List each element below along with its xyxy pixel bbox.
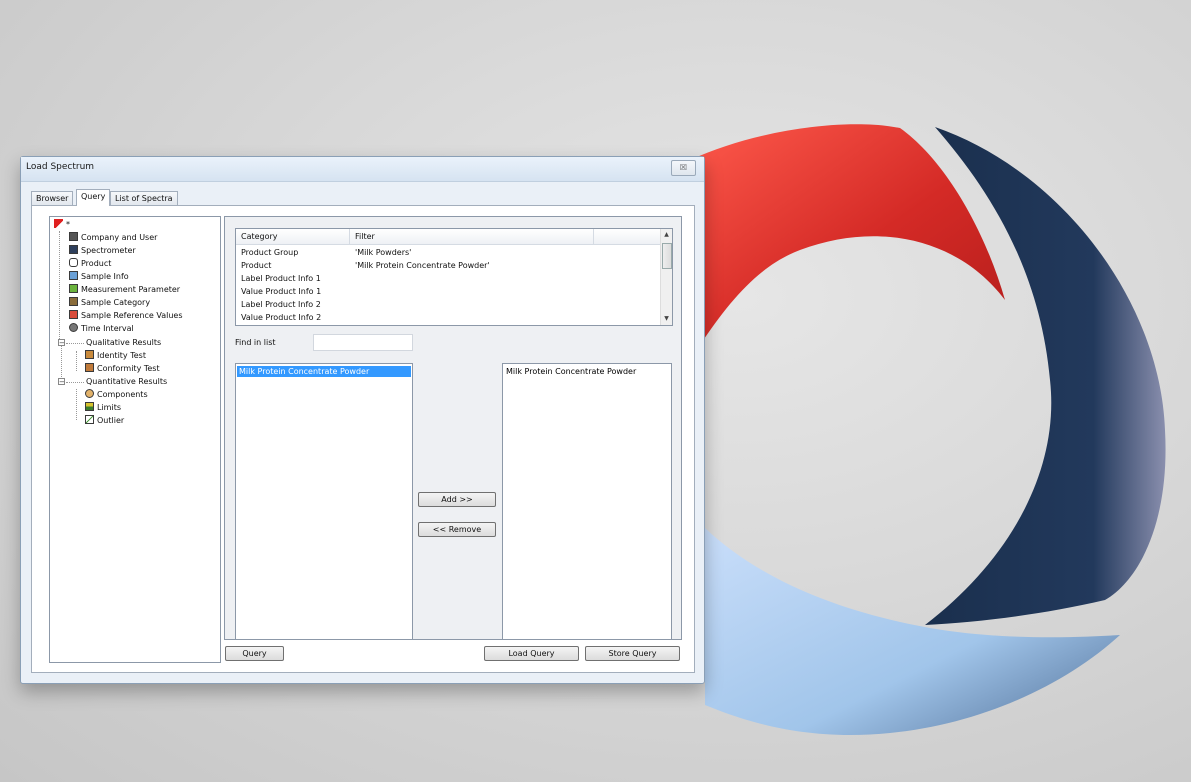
tree-item-label: Spectrometer xyxy=(81,246,136,255)
query-tab-panel: * Company and User Spectrometer Product … xyxy=(31,205,695,673)
collapse-qualitative[interactable]: − xyxy=(58,339,65,347)
window-title: Load Spectrum xyxy=(26,162,95,172)
tree-item-label: Components xyxy=(97,390,148,399)
query-button[interactable]: Query xyxy=(225,646,284,661)
table-cell-category: Label Product Info 1 xyxy=(241,274,321,283)
company-icon xyxy=(69,232,78,241)
limits-icon xyxy=(85,402,94,411)
identity-icon xyxy=(85,350,94,359)
spectrometer-icon xyxy=(69,245,78,254)
table-cell-category: Label Product Info 2 xyxy=(241,300,321,309)
components-icon xyxy=(85,389,94,398)
table-cell-filter: 'Milk Protein Concentrate Powder' xyxy=(355,261,490,270)
tree-root-label: * xyxy=(66,220,70,229)
measurement-icon xyxy=(69,284,78,293)
tree-root[interactable]: * xyxy=(54,219,70,231)
tree-item-label: Quantitative Results xyxy=(86,377,168,386)
tree-item-label: Sample Category xyxy=(81,298,151,307)
clock-icon xyxy=(69,323,78,332)
tree-item-label: Sample Reference Values xyxy=(81,311,183,320)
scroll-thumb[interactable] xyxy=(662,243,672,269)
tree-item-conformity-test[interactable]: Conformity Test xyxy=(85,363,160,375)
available-items-list[interactable]: Milk Protein Concentrate Powder xyxy=(235,363,413,640)
tree-item-label: Limits xyxy=(97,403,121,412)
tree-item-label: Conformity Test xyxy=(97,364,160,373)
tree-item-label: Identity Test xyxy=(97,351,146,360)
tree-item-company-and-user[interactable]: Company and User xyxy=(69,232,157,244)
tree-item-qualitative-results[interactable]: Qualitative Results xyxy=(86,337,161,349)
tree-item-components[interactable]: Components xyxy=(85,389,148,401)
remove-button[interactable]: << Remove xyxy=(418,522,496,537)
red-flag-icon xyxy=(54,219,63,228)
tree-item-measurement-parameter[interactable]: Measurement Parameter xyxy=(69,284,180,296)
tab-query[interactable]: Query xyxy=(76,189,111,206)
tree-item-limits[interactable]: Limits xyxy=(85,402,121,414)
table-cell-category: Product xyxy=(241,261,272,270)
load-spectrum-dialog: Load Spectrum ☒ Browser Query List of Sp… xyxy=(20,156,705,684)
table-cell-category: Value Product Info 2 xyxy=(241,313,322,322)
tree-item-quantitative-results[interactable]: Quantitative Results xyxy=(86,376,167,388)
outlier-icon xyxy=(85,415,94,424)
category-icon xyxy=(69,297,78,306)
scroll-up-arrow-icon[interactable]: ▲ xyxy=(661,229,672,240)
column-header-empty xyxy=(594,229,662,245)
tree-item-label: Measurement Parameter xyxy=(81,285,181,294)
store-query-button[interactable]: Store Query xyxy=(585,646,680,661)
tree-item-identity-test[interactable]: Identity Test xyxy=(85,350,146,362)
tree-item-label: Company and User xyxy=(81,233,158,242)
logo-red-arc xyxy=(690,124,1005,346)
filter-table[interactable]: Category Filter Product Group 'Milk Powd… xyxy=(235,228,673,326)
selected-items-list[interactable]: Milk Protein Concentrate Powder xyxy=(502,363,672,640)
table-cell-category: Product Group xyxy=(241,248,299,257)
tree-item-label: Time Interval xyxy=(81,324,134,333)
tree-item-label: Sample Info xyxy=(81,272,129,281)
collapse-quantitative[interactable]: − xyxy=(58,378,65,386)
column-header-category[interactable]: Category xyxy=(236,229,350,245)
table-cell-filter: 'Milk Powders' xyxy=(355,248,412,257)
find-in-list-label: Find in list xyxy=(235,338,276,347)
tree-item-label: Product xyxy=(81,259,112,268)
query-tree: * Company and User Spectrometer Product … xyxy=(49,216,221,663)
load-query-button[interactable]: Load Query xyxy=(484,646,579,661)
tree-item-product[interactable]: Product xyxy=(69,258,111,270)
find-in-list-input[interactable] xyxy=(313,334,413,351)
tree-item-sample-info[interactable]: Sample Info xyxy=(69,271,129,283)
conformity-icon xyxy=(85,363,94,372)
table-cell-category: Value Product Info 1 xyxy=(241,287,322,296)
add-button[interactable]: Add >> xyxy=(418,492,496,507)
filter-table-scrollbar[interactable]: ▲ ▼ xyxy=(660,229,672,325)
column-header-filter[interactable]: Filter xyxy=(350,229,594,245)
tree-item-outlier[interactable]: Outlier xyxy=(85,415,124,427)
scroll-down-arrow-icon[interactable]: ▼ xyxy=(661,313,672,324)
tree-item-sample-category[interactable]: Sample Category xyxy=(69,297,150,309)
product-icon xyxy=(69,258,78,267)
sample-info-icon xyxy=(69,271,78,280)
reference-values-icon xyxy=(69,310,78,319)
tree-item-spectrometer[interactable]: Spectrometer xyxy=(69,245,136,257)
tree-item-sample-reference-values[interactable]: Sample Reference Values xyxy=(69,310,183,322)
list-item[interactable]: Milk Protein Concentrate Powder xyxy=(237,366,411,377)
tab-browser[interactable]: Browser xyxy=(31,191,74,205)
close-button[interactable]: ☒ xyxy=(671,160,696,176)
list-item[interactable]: Milk Protein Concentrate Powder xyxy=(504,366,670,377)
tab-list-of-spectra[interactable]: List of Spectra xyxy=(110,191,178,205)
title-bar[interactable]: Load Spectrum ☒ xyxy=(21,157,704,182)
tree-item-label: Outlier xyxy=(97,416,125,425)
tree-item-time-interval[interactable]: Time Interval xyxy=(69,323,134,335)
query-area: Category Filter Product Group 'Milk Powd… xyxy=(224,216,682,640)
tree-item-label: Qualitative Results xyxy=(86,338,162,347)
